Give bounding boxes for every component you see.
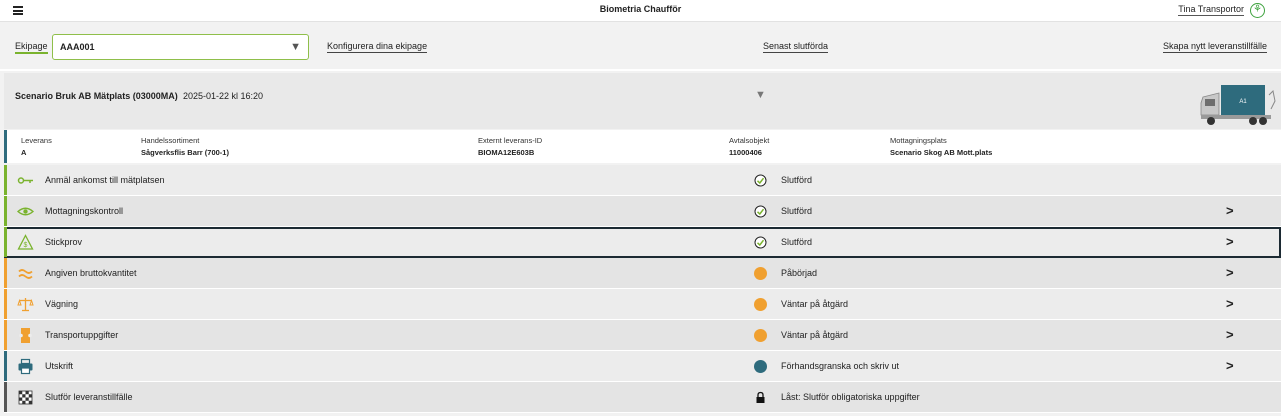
detail-mottagningsplats: Mottagningsplats Scenario Skog AB Mott.p… <box>890 136 992 157</box>
step-title: Mottagningskontroll <box>45 206 124 216</box>
step-title: Vägning <box>45 299 79 309</box>
scale-icon <box>17 298 34 312</box>
step-title: Angiven bruttokvantitet <box>45 268 137 278</box>
ekipage-label: Ekipage <box>15 41 48 54</box>
key-icon <box>17 177 33 184</box>
detail-value: Sågverksflis Barr (700-1) <box>141 148 229 157</box>
step-status: Väntar på åtgärd <box>781 330 849 340</box>
chevron-right-icon[interactable]: > <box>1226 265 1234 280</box>
step-row[interactable]: Angiven bruttokvantitet Påbörjad > <box>4 258 1281 289</box>
sample-icon: $ <box>17 234 34 250</box>
step-title: Transportuppgifter <box>45 330 119 340</box>
svg-text:$: $ <box>24 242 28 249</box>
step-status: Påbörjad <box>781 268 818 278</box>
step-status: Låst: Slutför obligatoriska uppgifter <box>781 392 920 402</box>
scenario-datetime: 2025-01-22 kl 16:20 <box>183 91 264 101</box>
step-row[interactable]: Anmäl ankomst till mätplatsen Slutförd <box>4 165 1281 196</box>
status-dot-icon <box>754 329 767 342</box>
status-dot-icon <box>754 267 767 280</box>
chevron-right-icon[interactable]: > <box>1226 296 1234 311</box>
step-row-selected[interactable]: $ Stickprov Slutförd > <box>4 227 1281 258</box>
check-circle-icon <box>754 205 767 218</box>
chevron-right-icon[interactable]: > <box>1226 234 1234 249</box>
chevron-right-icon[interactable]: > <box>1226 327 1234 342</box>
scenario-header: Scenario Bruk AB Mätplats (03000MA) 2025… <box>4 73 1281 129</box>
step-status: Slutförd <box>781 206 813 216</box>
detail-value: Scenario Skog AB Mott.plats <box>890 148 993 157</box>
create-delivery-link[interactable]: Skapa nytt leveranstillfälle <box>1162 41 1267 53</box>
step-status: Väntar på åtgärd <box>781 299 849 309</box>
step-status: Förhandsgranska och skriv ut <box>781 361 900 371</box>
chevron-down-icon: ▼ <box>290 41 301 53</box>
transport-icon <box>19 328 32 343</box>
check-circle-icon <box>754 174 767 187</box>
detail-value: A <box>21 148 27 157</box>
ekipage-bar: Ekipage AAA001 ▼ Konfigurera dina ekipag… <box>0 23 1281 71</box>
status-dot-icon <box>754 360 767 373</box>
accent-bar <box>4 165 7 195</box>
check-circle-icon <box>754 236 767 249</box>
lock-icon <box>756 391 765 403</box>
chevron-right-icon[interactable]: > <box>1226 203 1234 218</box>
truck-label: A1 <box>1239 99 1247 105</box>
detail-value: 11000406 <box>729 148 762 157</box>
checkered-flag-icon <box>18 390 33 405</box>
accent-bar <box>4 289 7 319</box>
step-row[interactable]: Transportuppgifter Väntar på åtgärd > <box>4 320 1281 351</box>
user-name-link[interactable]: Tina Transportor <box>1178 4 1244 16</box>
accent-bar <box>4 258 7 288</box>
top-bar: Biometria Chaufför Tina Transportor ⚘ <box>0 0 1281 22</box>
chevron-right-icon[interactable]: > <box>1226 358 1234 373</box>
collapse-toggle-icon[interactable]: ▼ <box>755 89 766 101</box>
detail-avtalsobjekt: Avtalsobjekt 11000406 <box>729 136 769 157</box>
step-row[interactable]: Vägning Väntar på åtgärd > <box>4 289 1281 320</box>
step-title: Utskrift <box>45 361 73 371</box>
accent-bar <box>4 227 7 257</box>
accent-bar <box>4 320 7 350</box>
delivery-details: Leverans A Handelssortiment Sågverksflis… <box>4 130 1281 163</box>
detail-sortiment: Handelssortiment Sågverksflis Barr (700-… <box>141 136 229 157</box>
detail-label: Avtalsobjekt <box>729 136 770 145</box>
detail-label: Handelssortiment <box>141 136 200 145</box>
detail-extern-id: Externt leverans-ID BIOMA12E603B <box>478 136 542 157</box>
step-row[interactable]: Mottagningskontroll Slutförd > <box>4 196 1281 227</box>
printer-icon <box>18 358 33 375</box>
step-title: Stickprov <box>45 237 83 247</box>
scenario-name: Scenario Bruk AB Mätplats (03000MA) <box>15 91 178 101</box>
accent-bar <box>4 351 7 381</box>
step-title: Anmäl ankomst till mätplatsen <box>45 175 165 185</box>
accent-bar <box>4 382 7 412</box>
detail-leverans: Leverans A <box>21 136 52 157</box>
configure-ekipage-link[interactable]: Konfigurera dina ekipage <box>327 41 428 53</box>
truck-icon: A1 <box>1200 85 1276 125</box>
detail-label: Leverans <box>21 136 52 145</box>
detail-value: BIOMA12E603B <box>478 148 535 157</box>
detail-label: Mottagningsplats <box>890 136 947 145</box>
app-title: Biometria Chaufför <box>599 4 682 14</box>
status-dot-icon <box>754 298 767 311</box>
ekipage-selected-value: AAA001 <box>60 42 95 52</box>
approx-icon <box>18 269 33 279</box>
user-icon[interactable]: ⚘ <box>1250 3 1265 18</box>
step-row[interactable]: Slutför leveranstillfälle Låst: Slutför … <box>4 382 1281 413</box>
step-status: Slutförd <box>781 175 813 185</box>
step-title: Slutför leveranstillfälle <box>45 392 133 402</box>
recently-completed-link[interactable]: Senast slutförda <box>763 41 829 53</box>
step-list: Anmäl ankomst till mätplatsen Slutförd M… <box>4 165 1281 413</box>
eye-icon <box>17 207 34 216</box>
accent-bar <box>4 196 7 226</box>
detail-label: Externt leverans-ID <box>478 136 543 145</box>
step-status: Slutförd <box>781 237 813 247</box>
step-row[interactable]: Utskrift Förhandsgranska och skriv ut > <box>4 351 1281 382</box>
ekipage-select[interactable]: AAA001 ▼ <box>52 34 309 60</box>
